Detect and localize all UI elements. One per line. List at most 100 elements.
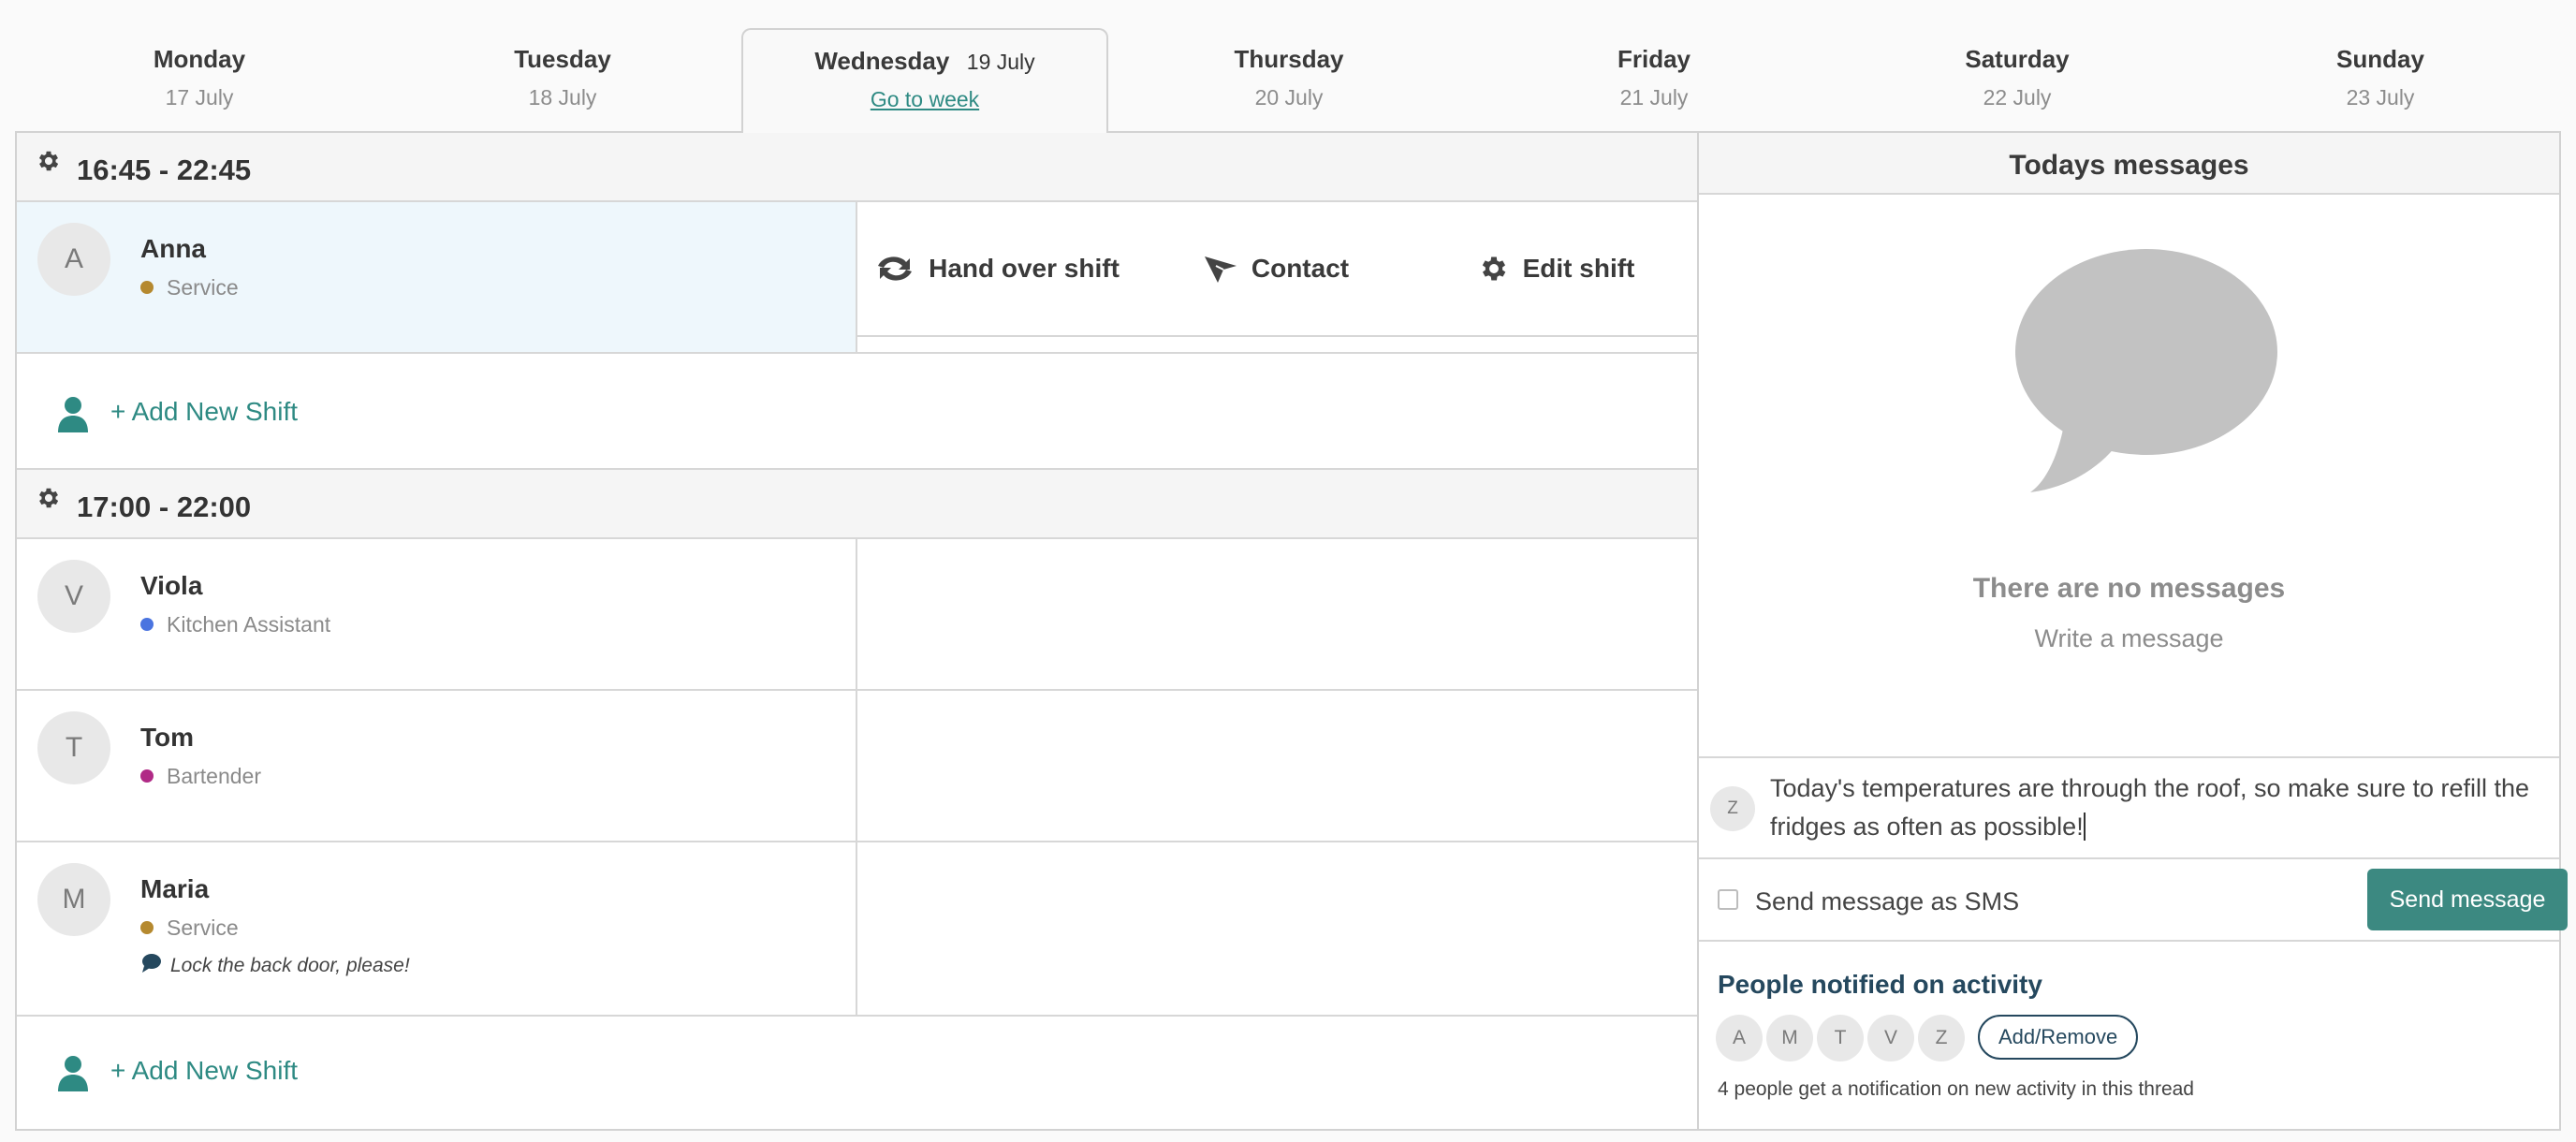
role-label: Kitchen Assistant: [167, 612, 331, 637]
tab-tuesday[interactable]: Tuesday 18 July: [380, 28, 745, 131]
shift-person-row[interactable]: A Anna Service Hand over shift Contact E…: [17, 202, 1697, 354]
person-name: Anna: [140, 234, 206, 263]
shift-list: 16:45 - 22:45 A Anna Service Hand over s…: [17, 133, 1699, 1129]
write-message-hint: Write a message: [2034, 624, 2224, 652]
day-name: Tuesday: [514, 45, 611, 73]
person-icon: [58, 1056, 88, 1091]
contact-button[interactable]: Contact: [1136, 202, 1417, 337]
messages-panel: Todays messages There are no messages Wr…: [1699, 133, 2568, 1129]
shift-note: Lock the back door, please!: [140, 953, 410, 977]
person-role: Service: [140, 915, 239, 941]
notification-summary: 4 people get a notification on new activ…: [1718, 1078, 2194, 1100]
app-root: Monday 17 July Tuesday 18 July Wednesday…: [0, 0, 2576, 1142]
person-role: Service: [140, 275, 239, 300]
avatar: Z: [1710, 786, 1755, 831]
add-new-shift-row[interactable]: + Add New Shift: [17, 1017, 1697, 1129]
avatar: V: [1867, 1015, 1914, 1061]
avatar: T: [1817, 1015, 1864, 1061]
paper-plane-icon: [1204, 256, 1237, 283]
day-tabs: Monday 17 July Tuesday 18 July Wednesday…: [0, 0, 2576, 133]
day-date: 21 July: [1619, 85, 1689, 110]
messages-title: Todays messages: [2009, 150, 2249, 181]
person-icon: [58, 397, 88, 432]
add-new-shift-button[interactable]: + Add New Shift: [110, 1056, 298, 1086]
shift-header: 17:00 - 22:00: [17, 470, 1697, 539]
messages-header: Todays messages: [1699, 133, 2559, 195]
day-name: Monday: [153, 45, 246, 73]
text-caret: [2083, 813, 2086, 841]
speech-bubble-icon: [142, 954, 161, 973]
send-message-button[interactable]: Send message: [2367, 869, 2568, 930]
message-input[interactable]: Today's temperatures are through the roo…: [1770, 769, 2547, 846]
day-name: Saturday: [1965, 45, 2070, 73]
active-day-header: Wednesday 19 July: [743, 47, 1106, 76]
gear-icon[interactable]: [36, 148, 62, 174]
contact-label: Contact: [1251, 254, 1350, 283]
day-date: 20 July: [1254, 85, 1324, 110]
swap-arrows-icon: [878, 256, 913, 281]
role-label: Service: [167, 275, 239, 300]
person-name: Maria: [140, 874, 210, 903]
note-text: Lock the back door, please!: [170, 955, 410, 976]
tab-saturday[interactable]: Saturday 22 July: [1835, 28, 2200, 131]
edit-shift-label: Edit shift: [1522, 254, 1635, 283]
avatar: A: [1716, 1015, 1763, 1061]
shift-person-row[interactable]: V Viola Kitchen Assistant: [17, 539, 1697, 691]
message-input-text: Today's temperatures are through the roo…: [1770, 774, 2530, 841]
person-role: Kitchen Assistant: [140, 612, 330, 637]
day-date: 17 July: [165, 85, 234, 110]
person-cell[interactable]: M Maria Service Lock the back door, plea…: [17, 842, 857, 1015]
shift-person-row[interactable]: M Maria Service Lock the back door, plea…: [17, 842, 1697, 1017]
day-date: 23 July: [2346, 85, 2415, 110]
add-new-shift-row[interactable]: + Add New Shift: [17, 354, 1697, 470]
add-new-shift-button[interactable]: + Add New Shift: [110, 397, 298, 427]
day-date: 22 July: [1983, 85, 2052, 110]
person-role: Bartender: [140, 764, 261, 789]
tab-friday[interactable]: Friday 21 July: [1471, 28, 1837, 131]
day-date: 18 July: [528, 85, 597, 110]
avatar: T: [37, 711, 110, 784]
person-cell[interactable]: V Viola Kitchen Assistant: [17, 539, 857, 689]
avatar: M: [1766, 1015, 1813, 1061]
day-name: Friday: [1617, 45, 1691, 73]
gear-icon[interactable]: [36, 485, 62, 511]
tab-monday[interactable]: Monday 17 July: [17, 28, 382, 131]
person-name: Viola: [140, 571, 203, 600]
sms-checkbox-label[interactable]: Send message as SMS: [1755, 887, 2019, 916]
notified-people-title: People notified on activity: [1718, 970, 2042, 999]
shift-time: 17:00 - 22:00: [77, 490, 252, 523]
avatar: V: [37, 560, 110, 633]
day-name: Sunday: [2336, 45, 2424, 73]
avatar: M: [37, 863, 110, 936]
role-color-dot: [140, 921, 154, 934]
empty-messages-title: There are no messages: [1972, 573, 2286, 604]
role-color-dot: [140, 618, 154, 631]
tab-sunday[interactable]: Sunday 23 July: [2198, 28, 2563, 131]
person-cell[interactable]: A Anna Service: [17, 202, 857, 352]
gear-icon: [1482, 256, 1505, 281]
edit-shift-button[interactable]: Edit shift: [1415, 202, 1697, 337]
go-to-week-link[interactable]: Go to week: [743, 87, 1106, 112]
role-label: Bartender: [167, 764, 262, 788]
notified-people-list: A M T V Z Add/Remove: [1716, 1015, 2139, 1061]
message-composer[interactable]: Z Today's temperatures are through the r…: [1699, 756, 2559, 859]
hand-over-label: Hand over shift: [929, 254, 1120, 283]
role-color-dot: [140, 769, 154, 783]
avatar: Z: [1918, 1015, 1965, 1061]
shift-header: 16:45 - 22:45: [17, 133, 1697, 202]
add-remove-button[interactable]: Add/Remove: [1978, 1015, 2139, 1060]
person-cell[interactable]: T Tom Bartender: [17, 691, 857, 841]
day-view: 16:45 - 22:45 A Anna Service Hand over s…: [15, 131, 2568, 1131]
avatar: A: [37, 223, 110, 296]
day-name: Thursday: [1234, 45, 1344, 73]
tab-wednesday[interactable]: Wednesday 19 July Go to week: [741, 28, 1108, 133]
tab-thursday[interactable]: Thursday 20 July: [1106, 28, 1471, 131]
shift-person-row[interactable]: T Tom Bartender: [17, 691, 1697, 842]
sms-checkbox[interactable]: [1718, 889, 1738, 910]
hand-over-shift-button[interactable]: Hand over shift: [857, 202, 1138, 337]
person-name: Tom: [140, 723, 195, 752]
day-date: 19 July: [966, 50, 1035, 74]
shift-time: 16:45 - 22:45: [77, 154, 252, 186]
day-name: Wednesday: [814, 47, 950, 75]
send-bar: Send message as SMS Send message: [1699, 859, 2568, 942]
